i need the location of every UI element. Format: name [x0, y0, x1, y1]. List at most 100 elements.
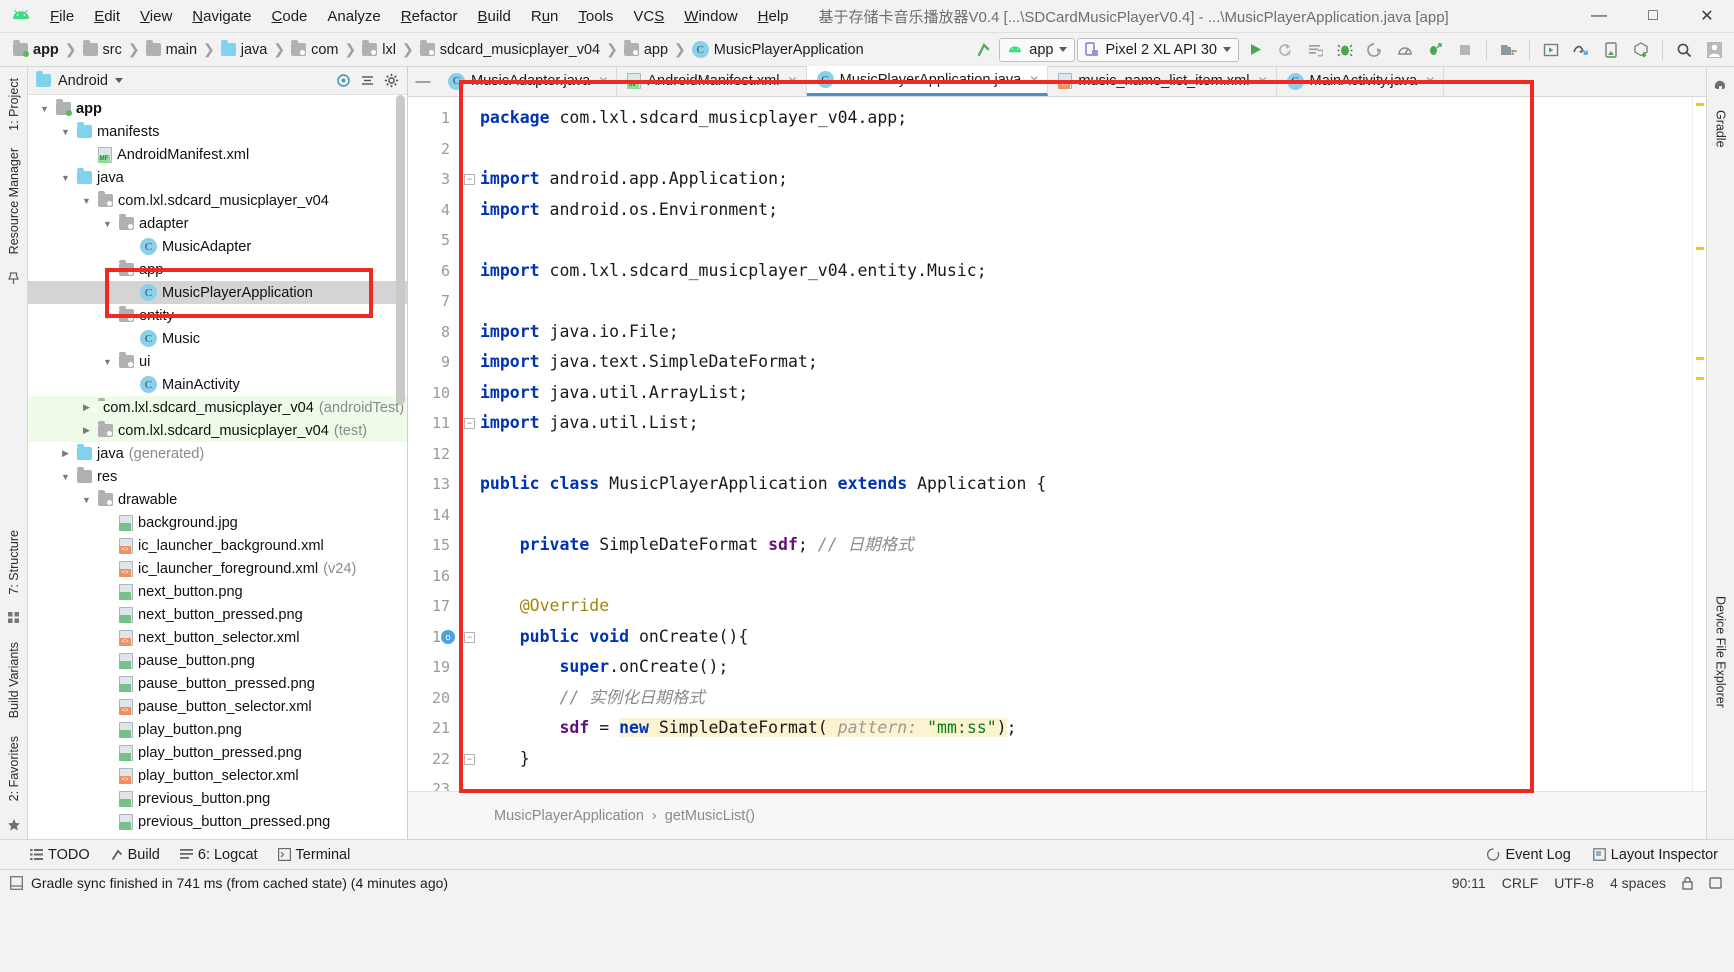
tree-item-com-lxl-sdcard-musicplayer-v04[interactable]: ▶ com.lxl.sdcard_musicplayer_v04 (test) — [28, 419, 407, 442]
fold-toggle-icon[interactable]: − — [464, 174, 475, 185]
run-configuration-selector[interactable]: app — [999, 37, 1076, 62]
minimize-button[interactable]: — — [1572, 0, 1626, 32]
chevron-down-icon[interactable] — [114, 78, 123, 83]
tree-item-drawable[interactable]: ▼ drawable — [28, 488, 407, 511]
collapse-arrow-icon[interactable]: ▼ — [38, 104, 51, 114]
menu-edit[interactable]: Edit — [84, 5, 130, 28]
debug-icon[interactable] — [1331, 37, 1359, 63]
project-tree-scrollbar[interactable] — [396, 95, 405, 405]
tree-item-musicadapter[interactable]: C MusicAdapter — [28, 235, 407, 258]
menu-window[interactable]: Window — [674, 5, 747, 28]
gradle-elephant-icon[interactable] — [1712, 76, 1730, 94]
breadcrumb-method-name[interactable]: getMusicList() — [665, 808, 755, 824]
attach-debugger-process-icon[interactable] — [1421, 37, 1449, 63]
error-stripe-marker-bar[interactable] — [1692, 97, 1706, 791]
device-file-explorer-icon[interactable] — [1597, 37, 1625, 63]
tree-item-play-button-selector-xml[interactable]: <> play_button_selector.xml — [28, 764, 407, 787]
breadcrumb-class-name[interactable]: MusicPlayerApplication — [494, 808, 644, 824]
tree-item-next-button-selector-xml[interactable]: <> next_button_selector.xml — [28, 626, 407, 649]
breadcrumb-com[interactable]: com — [288, 40, 341, 59]
menu-help[interactable]: Help — [748, 5, 799, 28]
breadcrumb-app[interactable]: app — [10, 40, 62, 59]
tree-item-ui[interactable]: ▼ ui — [28, 350, 407, 373]
pin-icon[interactable] — [5, 269, 23, 287]
user-avatar-icon[interactable] — [1700, 37, 1728, 63]
tree-item-entity[interactable]: ▼ entity — [28, 304, 407, 327]
breadcrumb-class[interactable]: C MusicPlayerApplication — [689, 40, 867, 59]
tool-button-resource-manager[interactable]: Resource Manager — [6, 141, 22, 261]
line-separator[interactable]: CRLF — [1502, 875, 1539, 891]
status-message[interactable]: Gradle sync finished in 741 ms (from cac… — [31, 875, 448, 891]
sync-gradle-icon[interactable] — [1627, 37, 1655, 63]
tool-button-build[interactable]: Build — [110, 847, 160, 863]
apply-changes-icon[interactable]: A — [1271, 37, 1299, 63]
tree-item-com-lxl-sdcard-musicplayer-v04[interactable]: ▼ com.lxl.sdcard_musicplayer_v04 — [28, 189, 407, 212]
breadcrumb-java[interactable]: java — [218, 40, 271, 59]
line-number-gutter[interactable]: 1234567891011121314151617181920212223 — [408, 97, 460, 791]
layout-inspector-icon[interactable] — [1567, 37, 1595, 63]
fold-toggle-icon[interactable]: − — [464, 753, 475, 765]
tree-item-app[interactable]: ▼ app — [28, 258, 407, 281]
profiler-icon[interactable] — [1391, 37, 1419, 63]
attach-debugger-icon[interactable] — [1361, 37, 1389, 63]
run-icon[interactable] — [1241, 37, 1269, 63]
menu-code[interactable]: Code — [262, 5, 318, 28]
collapse-arrow-icon[interactable]: ▼ — [59, 173, 72, 183]
select-opened-file-icon[interactable] — [333, 71, 353, 91]
expand-arrow-icon[interactable]: ▶ — [80, 425, 93, 436]
collapse-all-icon[interactable] — [357, 71, 377, 91]
grid-icon[interactable] — [5, 609, 23, 627]
breadcrumb-main[interactable]: main — [143, 40, 200, 59]
tree-item-java[interactable]: ▼ java — [28, 166, 407, 189]
menu-build[interactable]: Build — [467, 5, 520, 28]
breadcrumb-src[interactable]: src — [80, 40, 125, 59]
tree-item-ic-launcher-foreground-xml[interactable]: <> ic_launcher_foreground.xml (v24) — [28, 557, 407, 580]
star-icon[interactable] — [5, 816, 23, 834]
gear-icon[interactable] — [381, 71, 401, 91]
tree-item-pause-button-pressed-png[interactable]: pause_button_pressed.png — [28, 672, 407, 695]
device-selector[interactable]: Pixel 2 XL API 30 — [1077, 37, 1239, 62]
tree-item-music[interactable]: C Music — [28, 327, 407, 350]
tree-item-manifests[interactable]: ▼ manifests — [28, 120, 407, 143]
tree-item-java[interactable]: ▶ java (generated) — [28, 442, 407, 465]
editor-tab-musicplayerapplication-java[interactable]: C MusicPlayerApplication.java ✕ — [806, 66, 1049, 96]
collapse-arrow-icon[interactable]: ▼ — [101, 311, 114, 321]
expand-arrow-icon[interactable]: ▶ — [59, 448, 72, 459]
tree-item-play-button-pressed-png[interactable]: play_button_pressed.png — [28, 741, 407, 764]
tool-button-favorites[interactable]: 2: Favorites — [6, 729, 22, 808]
tool-button-logcat[interactable]: 6: Logcat — [179, 847, 258, 863]
tool-button-device-file-explorer[interactable]: Device File Explorer — [1713, 589, 1729, 715]
tool-button-terminal[interactable]: Terminal — [277, 847, 350, 863]
caret-position[interactable]: 90:11 — [1452, 875, 1486, 891]
collapse-arrow-icon[interactable]: ▼ — [101, 265, 114, 275]
event-icon[interactable] — [1709, 876, 1722, 890]
tree-item-mainactivity[interactable]: C MainActivity — [28, 373, 407, 396]
close-tab-icon[interactable]: ✕ — [1425, 74, 1435, 88]
collapse-arrow-icon[interactable]: ▼ — [101, 219, 114, 229]
hide-tabs-icon[interactable]: — — [408, 66, 438, 96]
tree-item-adapter[interactable]: ▼ adapter — [28, 212, 407, 235]
menu-refactor[interactable]: Refactor — [391, 5, 468, 28]
code-text[interactable]: package com.lxl.sdcard_musicplayer_v04.a… — [480, 97, 1692, 791]
stop-icon[interactable] — [1451, 37, 1479, 63]
menu-file[interactable]: File — [40, 5, 84, 28]
menu-view[interactable]: View — [130, 5, 182, 28]
collapse-arrow-icon[interactable]: ▼ — [59, 127, 72, 137]
fold-toggle-icon[interactable]: − — [464, 418, 475, 429]
maximize-button[interactable]: □ — [1626, 0, 1680, 32]
menu-navigate[interactable]: Navigate — [182, 5, 261, 28]
tool-button-build-variants[interactable]: Build Variants — [6, 635, 22, 725]
collapse-arrow-icon[interactable]: ▼ — [101, 357, 114, 367]
project-tree[interactable]: ▼ app ▼ manifests MF AndroidManifest.xml ▼ java… — [28, 95, 407, 839]
collapse-arrow-icon[interactable]: ▼ — [59, 472, 72, 482]
menu-analyze[interactable]: Analyze — [317, 5, 390, 28]
tool-button-project[interactable]: 1: Project — [6, 71, 22, 138]
editor-tab-musicadapter-java[interactable]: C MusicAdapter.java ✕ — [438, 66, 618, 96]
tree-item-next-button-pressed-png[interactable]: next_button_pressed.png — [28, 603, 407, 626]
menu-tools[interactable]: Tools — [568, 5, 623, 28]
breadcrumb-lxl[interactable]: lxl — [359, 40, 399, 59]
tree-item-app[interactable]: ▼ app — [28, 97, 407, 120]
lock-icon[interactable] — [1682, 876, 1693, 890]
tree-item-musicplayerapplication[interactable]: C MusicPlayerApplication — [28, 281, 407, 304]
close-tab-icon[interactable]: ✕ — [1257, 74, 1267, 88]
